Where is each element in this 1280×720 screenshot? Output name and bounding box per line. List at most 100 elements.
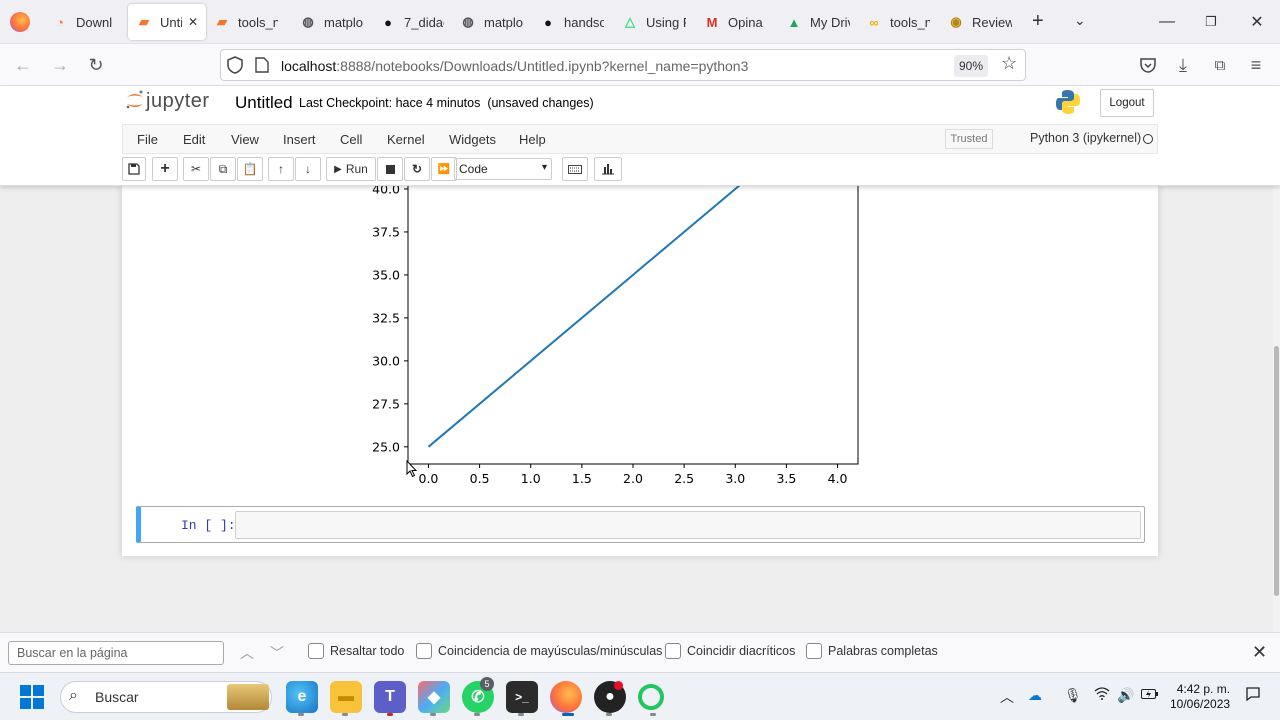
find-previous-chevron-up-icon[interactable]: ︿: [240, 643, 254, 663]
app-dot: [650, 713, 656, 716]
close-find-bar-icon[interactable]: ✕: [1252, 642, 1267, 663]
tab[interactable]: M Opina: [696, 4, 776, 40]
microphone-icon[interactable]: 🎙: [1064, 687, 1082, 704]
firefox-menu-icon[interactable]: [10, 12, 30, 32]
wifi-icon[interactable]: [1094, 687, 1110, 703]
shield-icon[interactable]: [227, 56, 243, 74]
extensions-icon[interactable]: ⧉: [1207, 52, 1233, 78]
x-tick-label: 4.0: [828, 471, 848, 486]
loading-ring-icon[interactable]: [638, 684, 664, 710]
keyboard-icon[interactable]: [562, 157, 588, 181]
url-bar[interactable]: localhost:8888/notebooks/Downloads/Untit…: [220, 49, 1026, 81]
firefox-taskbar-icon[interactable]: [550, 681, 582, 713]
cut-scissors-icon[interactable]: ✂: [183, 157, 209, 181]
unsaved-changes-text: (unsaved changes): [487, 96, 594, 110]
terminal-icon[interactable]: >_: [506, 681, 538, 713]
windows-start-icon[interactable]: [20, 685, 44, 712]
downloads-icon[interactable]: ⤓: [1170, 52, 1196, 78]
search-placeholder: Buscar: [95, 689, 139, 705]
menu-cell[interactable]: Cell: [340, 132, 362, 147]
whole-words-option[interactable]: Palabras completas: [806, 643, 938, 659]
tab[interactable]: ▰ tools_n: [206, 4, 286, 40]
onedrive-cloud-icon[interactable]: ☁: [1028, 687, 1042, 704]
menu-file[interactable]: File: [137, 132, 158, 147]
match-case-option[interactable]: Coincidencia de mayúsculas/minúsculas: [416, 643, 662, 659]
tab[interactable]: △ Using R: [614, 4, 694, 40]
notifications-icon[interactable]: [1246, 687, 1260, 704]
file-explorer-folder-icon[interactable]: ▬: [330, 681, 362, 713]
move-down-arrow-icon[interactable]: ↓: [295, 157, 321, 181]
list-all-tabs-chevron-icon[interactable]: ⌄: [1074, 12, 1086, 29]
hamburger-menu-icon[interactable]: ≡: [1243, 52, 1269, 78]
system-clock[interactable]: 4:42 p. m. 10/06/2023: [1170, 682, 1230, 712]
bookmark-star-icon[interactable]: ☆: [1001, 53, 1017, 74]
tab[interactable]: ● handso: [532, 4, 612, 40]
minimize-window-button[interactable]: —: [1152, 8, 1182, 36]
paste-icon[interactable]: 📋: [237, 157, 263, 181]
kernel-name[interactable]: Python 3 (ipykernel): [1030, 131, 1141, 145]
back-arrow-icon[interactable]: ←: [10, 52, 36, 78]
restore-window-button[interactable]: ❐: [1196, 8, 1226, 36]
highlight-all-option[interactable]: Resaltar todo: [308, 643, 404, 659]
option-label: Coincidencia de mayúsculas/minúsculas: [438, 644, 663, 658]
notebook-title[interactable]: Untitled: [235, 93, 293, 113]
find-input[interactable]: Buscar en la página: [8, 641, 224, 665]
reload-icon[interactable]: ↻: [83, 52, 109, 78]
restart-kernel-icon[interactable]: ↻: [404, 157, 430, 181]
jupyter-logo[interactable]: jupyter: [126, 90, 210, 113]
show-hidden-icons-chevron-up-icon[interactable]: ︿: [1000, 687, 1014, 707]
teams-icon[interactable]: T: [374, 681, 406, 713]
tab[interactable]: ◍ matplo: [292, 4, 372, 40]
notebook-area: 25.027.530.032.535.037.540.042.5 0.00.51…: [0, 186, 1280, 632]
app-dot: [342, 713, 348, 716]
checkpoint-status: Last Checkpoint: hace 4 minutos (unsaved…: [299, 96, 594, 110]
copy-icon[interactable]: ⧉: [210, 157, 236, 181]
menu-insert[interactable]: Insert: [283, 132, 316, 147]
checkbox[interactable]: [416, 643, 432, 659]
gmail-icon: M: [706, 14, 718, 30]
menu-kernel[interactable]: Kernel: [387, 132, 425, 147]
edge-icon[interactable]: e: [286, 681, 318, 713]
menu-edit[interactable]: Edit: [183, 132, 205, 147]
zoom-level-badge[interactable]: 90%: [954, 55, 988, 77]
stop-square-icon[interactable]: [377, 157, 403, 181]
pocket-icon[interactable]: [1135, 52, 1161, 78]
tab[interactable]: ▲ My Driv: [778, 4, 858, 40]
close-window-button[interactable]: ✕: [1242, 8, 1272, 36]
tab[interactable]: ◉ Review: [940, 4, 1020, 40]
run-button[interactable]: ▶ Run: [326, 157, 376, 181]
taskbar-search[interactable]: ⌕ Buscar: [60, 681, 272, 713]
forward-arrow-icon[interactable]: →: [47, 52, 73, 78]
find-next-chevron-down-icon[interactable]: ﹀: [270, 643, 284, 663]
tab-active[interactable]: ▰ Unti ✕: [128, 4, 206, 40]
battery-icon[interactable]: [1141, 687, 1159, 703]
save-icon[interactable]: [122, 157, 146, 181]
jupyter-notebook-icon: ▰: [139, 14, 149, 29]
tab[interactable]: ∞ tools_n: [858, 4, 938, 40]
volume-icon[interactable]: 🔊: [1117, 687, 1134, 704]
match-diacritics-option[interactable]: Coincidir diacríticos: [665, 643, 795, 659]
new-tab-button[interactable]: +: [1032, 10, 1044, 33]
tab[interactable]: ● 7_didac: [372, 4, 452, 40]
move-up-arrow-icon[interactable]: ↑: [268, 157, 294, 181]
close-tab-icon[interactable]: ✕: [188, 15, 198, 29]
cell-type-select[interactable]: Code ▾: [454, 158, 552, 180]
checkbox[interactable]: [806, 643, 822, 659]
insert-cell-plus-icon[interactable]: +: [152, 157, 178, 181]
scrollbar-thumb[interactable]: [1274, 346, 1279, 596]
page-info-icon[interactable]: [255, 57, 269, 73]
colorful-app-icon[interactable]: ◆: [418, 681, 450, 713]
series-line: [427, 186, 741, 448]
menu-widgets[interactable]: Widgets: [449, 132, 496, 147]
tab[interactable]: ◍ matplo: [452, 4, 532, 40]
menu-help[interactable]: Help: [519, 132, 546, 147]
trusted-indicator[interactable]: Trusted: [945, 129, 993, 149]
checkbox[interactable]: [308, 643, 324, 659]
logout-button[interactable]: Logout: [1100, 89, 1154, 117]
bar-chart-icon[interactable]: [594, 157, 622, 181]
tab[interactable]: ◔ Downl: [44, 4, 124, 40]
menu-view[interactable]: View: [231, 132, 259, 147]
code-input-area[interactable]: [235, 511, 1141, 539]
code-cell[interactable]: In [ ]:: [136, 506, 1145, 543]
checkbox[interactable]: [665, 643, 681, 659]
